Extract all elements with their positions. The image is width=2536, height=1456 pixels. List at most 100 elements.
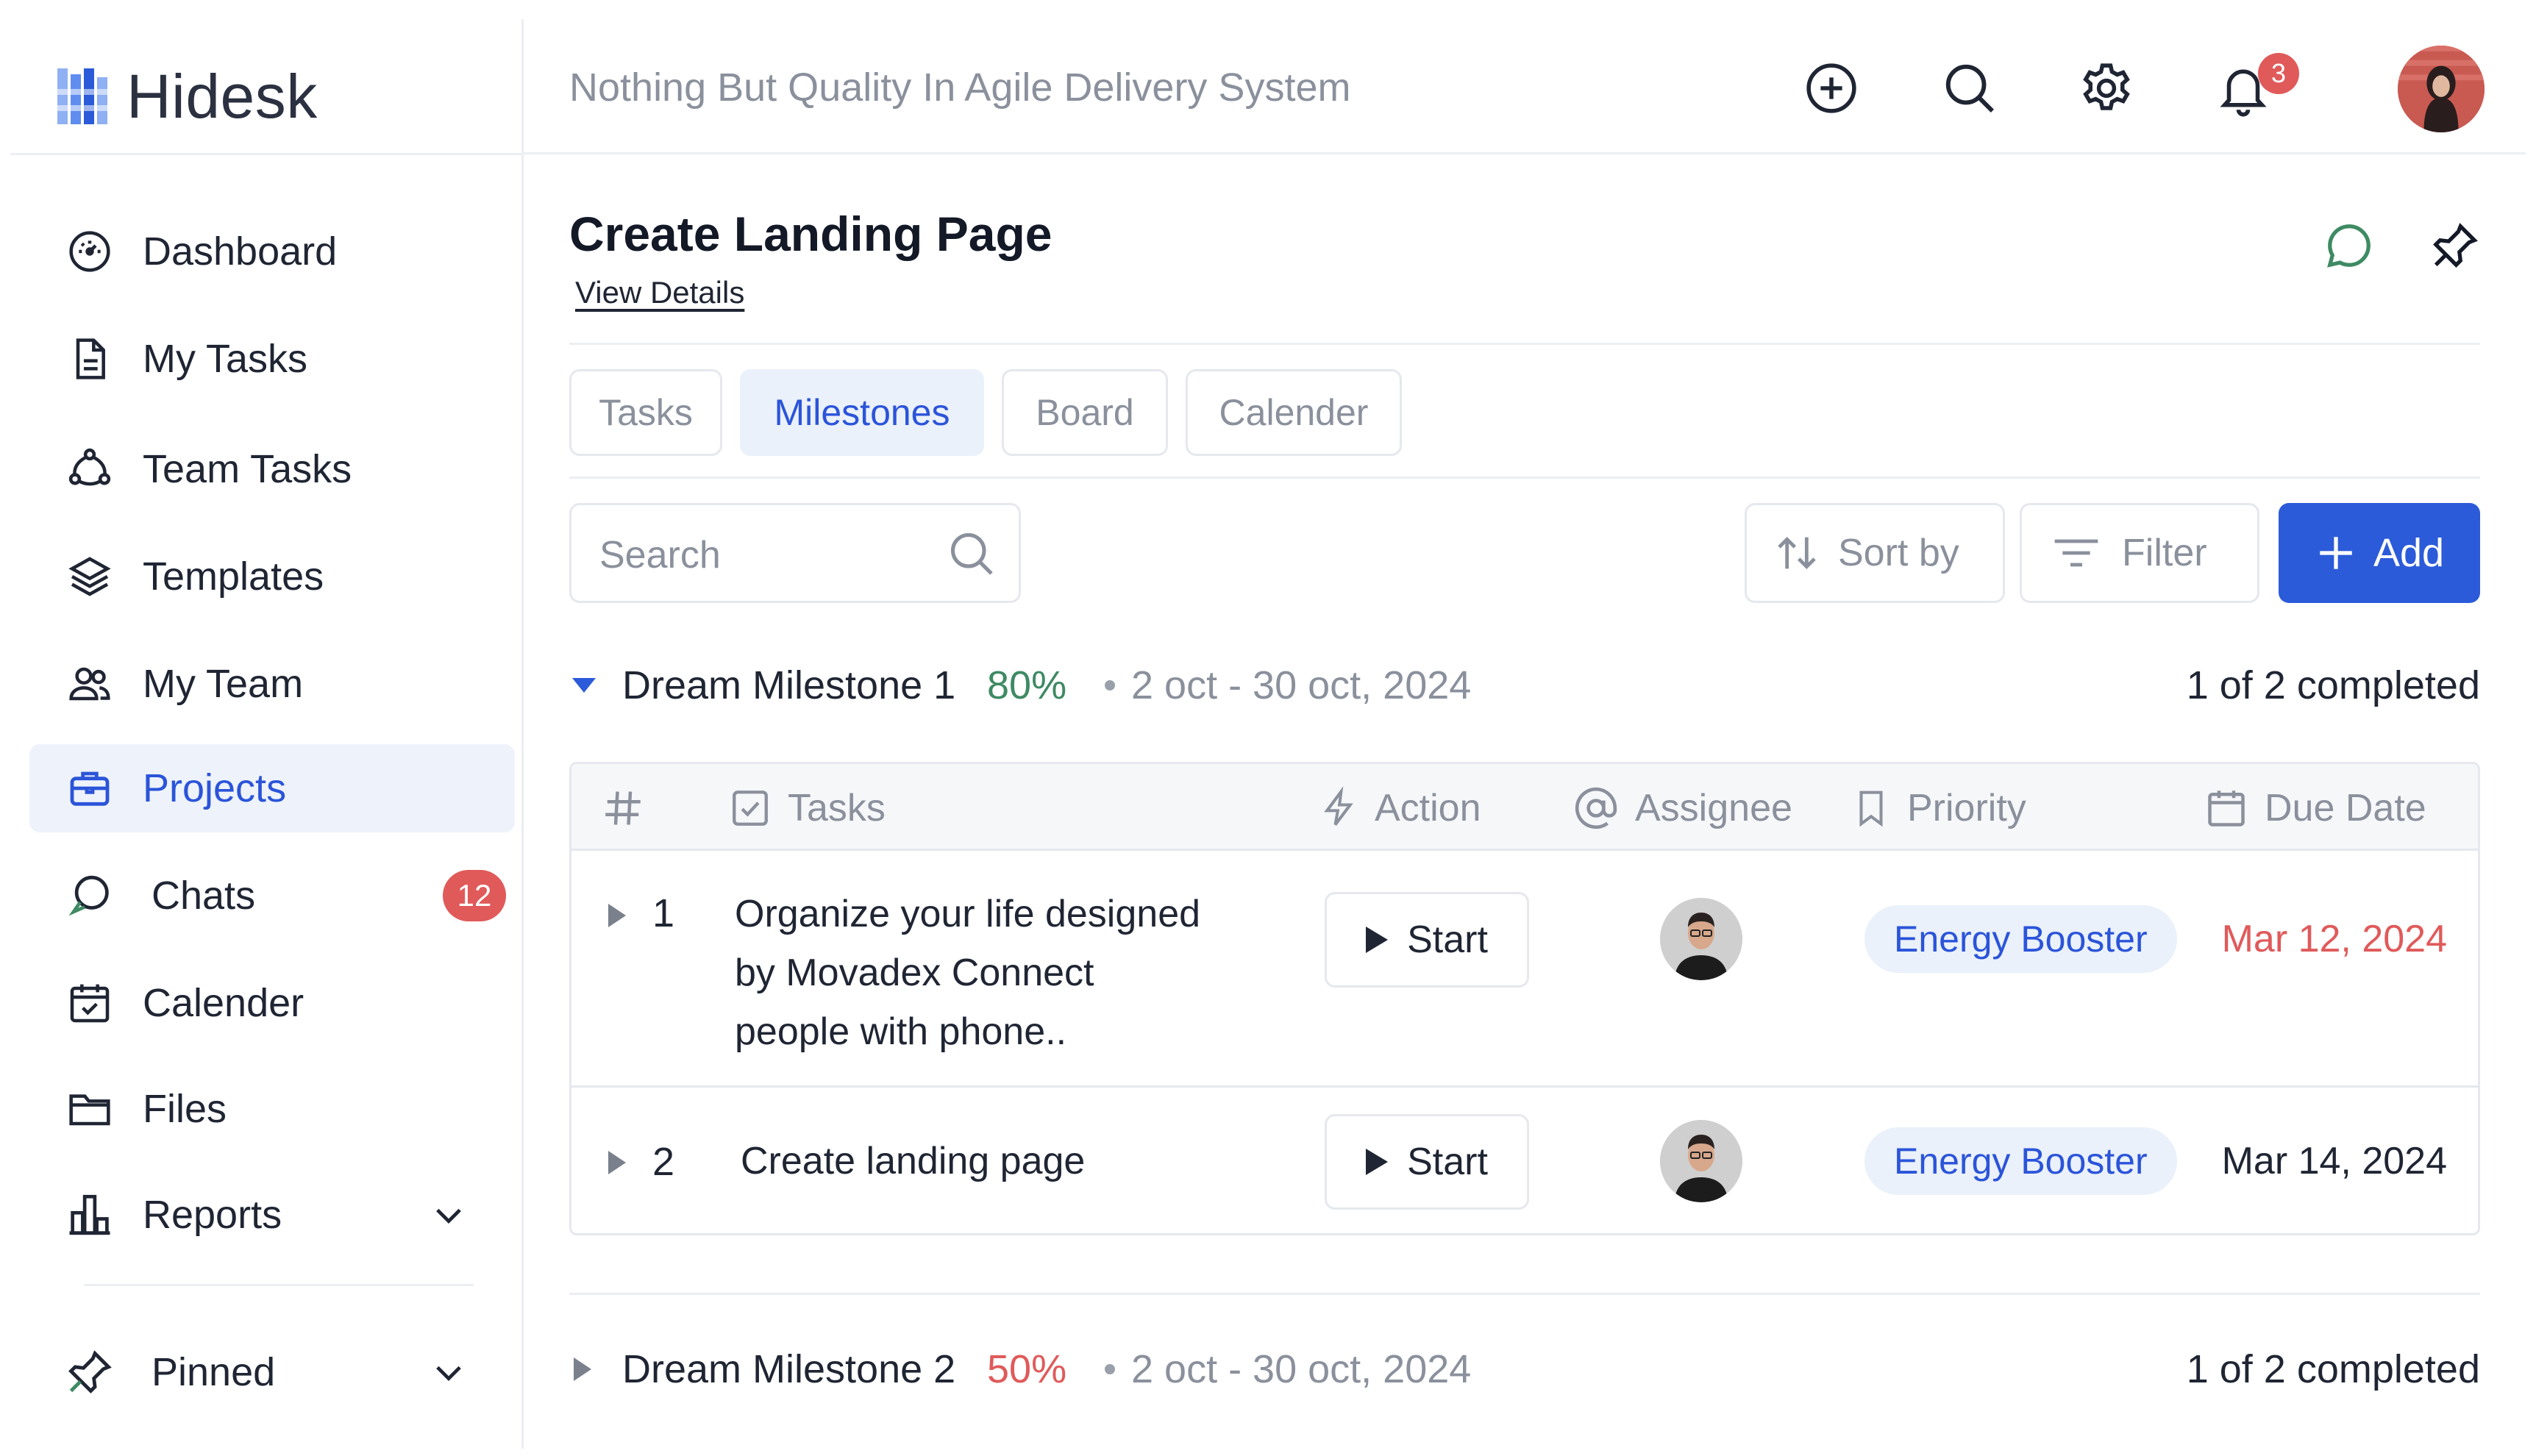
lightning-icon	[1324, 786, 1353, 826]
page-title: Create Landing Page	[569, 207, 1052, 261]
bookmark-icon	[1859, 791, 1883, 827]
team-network-icon	[63, 443, 116, 496]
milestone-percent: 50%	[987, 1347, 1067, 1391]
divider	[10, 153, 524, 155]
search-icon[interactable]	[1939, 57, 2001, 119]
chevron-down-icon[interactable]	[430, 1196, 468, 1234]
assignee-avatar[interactable]	[1660, 898, 1742, 980]
add-button[interactable]: Add	[2279, 503, 2480, 603]
sort-button[interactable]: Sort by	[1745, 503, 2005, 603]
add-label: Add	[2373, 531, 2445, 575]
task-title[interactable]: Organize your life designed by Movadex C…	[735, 885, 1279, 1061]
view-details-link[interactable]: View Details	[575, 275, 744, 310]
sidebar-item-chats[interactable]: Chats 12	[29, 852, 515, 940]
caret-down-icon[interactable]	[569, 671, 599, 700]
action-column-header[interactable]: Action	[1319, 785, 1481, 832]
row-number: 1	[652, 891, 675, 935]
sidebar-item-my-tasks[interactable]: My Tasks	[29, 315, 515, 403]
user-avatar[interactable]	[2398, 46, 2485, 132]
filter-lines-icon	[2054, 539, 2098, 567]
sidebar-item-label: Chats	[152, 874, 256, 918]
hash-icon	[605, 791, 641, 825]
due-date-column-header[interactable]: Due Date	[2204, 785, 2426, 832]
filter-label: Filter	[2122, 532, 2207, 574]
bar-chart-icon	[63, 1188, 116, 1241]
sidebar-item-calender[interactable]: Calender	[29, 959, 515, 1047]
sidebar-item-label: Dashboard	[143, 229, 338, 274]
main-content: Create Landing Page View Details Tasks M…	[524, 154, 2526, 1449]
chat-icon	[63, 869, 116, 922]
sidebar-item-team-tasks[interactable]: Team Tasks	[29, 425, 515, 513]
milestone-dates: 2 oct - 30 oct, 2024	[1131, 1347, 1472, 1391]
sort-label: Sort by	[1838, 532, 1959, 574]
tasks-column-header[interactable]: Tasks	[729, 785, 886, 832]
sidebar-item-templates[interactable]: Templates	[29, 532, 515, 621]
divider	[569, 477, 2480, 479]
sidebar-item-projects[interactable]: Projects	[29, 744, 515, 832]
table-row[interactable]: 2 Create landing page Start Energy Boost…	[571, 1088, 2478, 1233]
assignee-column-header[interactable]: Assignee	[1573, 785, 1792, 832]
divider	[569, 1293, 2480, 1295]
app-tagline: Nothing But Quality In Agile Delivery Sy…	[569, 65, 1351, 110]
start-button[interactable]: Start	[1325, 1114, 1529, 1210]
milestone-header[interactable]: Dream Milestone 1 80% 2 oct - 30 oct, 20…	[569, 656, 2480, 715]
calendar-check-icon	[63, 977, 116, 1029]
table-row[interactable]: 1 Organize your life designed by Movadex…	[571, 851, 2478, 1088]
users-icon	[63, 657, 116, 710]
milestone-percent: 80%	[987, 663, 1067, 707]
search-icon	[950, 532, 993, 575]
tab-board[interactable]: Board	[1002, 369, 1168, 456]
sidebar-item-label: Reports	[143, 1193, 282, 1237]
sidebar-item-label: Projects	[143, 766, 287, 810]
row-number: 2	[652, 1140, 675, 1184]
assignee-avatar[interactable]	[1660, 1120, 1742, 1202]
play-icon	[1366, 927, 1389, 953]
task-title-line: Create landing page	[741, 1140, 1086, 1182]
sidebar-item-files[interactable]: Files	[29, 1065, 515, 1153]
sidebar-item-label: Templates	[143, 554, 324, 599]
caret-right-icon[interactable]	[604, 1146, 630, 1179]
sidebar-item-dashboard[interactable]: Dashboard	[29, 207, 515, 296]
sidebar-item-pinned[interactable]: Pinned	[29, 1328, 515, 1416]
milestone-name: Dream Milestone 1	[622, 663, 956, 707]
sidebar-item-label: Team Tasks	[143, 447, 352, 491]
pin-icon[interactable]	[2426, 216, 2485, 275]
tasks-header-label: Tasks	[788, 787, 886, 829]
checkbox-icon	[733, 791, 768, 826]
due-date: Mar 12, 2024	[2221, 918, 2447, 960]
caret-right-icon[interactable]	[604, 899, 630, 932]
chats-count-badge: 12	[443, 870, 506, 921]
play-icon	[1366, 1149, 1389, 1175]
divider	[569, 343, 2480, 345]
app-logo[interactable]: Hidesk	[57, 56, 318, 137]
due-date: Mar 14, 2024	[2221, 1140, 2447, 1182]
priority-column-header[interactable]: Priority	[1851, 785, 2026, 832]
notification-count-badge: 3	[2258, 53, 2299, 94]
task-title-line: Organize your life designed	[735, 893, 1201, 935]
add-circle-icon[interactable]	[1801, 57, 1862, 119]
milestone-completed: 1 of 2 completed	[2186, 1347, 2480, 1391]
tab-milestones[interactable]: Milestones	[740, 369, 984, 456]
app-window: Hidesk Dashboard My Tasks Team Tasks Tem…	[10, 19, 2526, 1449]
sidebar-item-reports[interactable]: Reports	[29, 1171, 515, 1259]
milestone-completed: 1 of 2 completed	[2186, 663, 2480, 707]
tab-calender[interactable]: Calender	[1186, 369, 1402, 456]
gear-icon[interactable]	[2076, 57, 2137, 119]
filter-button[interactable]: Filter	[2020, 503, 2259, 603]
assignee-header-label: Assignee	[1635, 787, 1792, 829]
folder-icon	[63, 1082, 116, 1135]
task-title[interactable]: Create landing page	[741, 1132, 1285, 1191]
priority-header-label: Priority	[1907, 787, 2026, 829]
caret-right-icon[interactable]	[569, 1353, 596, 1385]
briefcase-icon	[63, 762, 116, 815]
search-placeholder: Search	[599, 534, 721, 577]
start-button[interactable]: Start	[1325, 892, 1529, 988]
milestone-header[interactable]: Dream Milestone 2 50% 2 oct - 30 oct, 20…	[569, 1340, 2480, 1399]
search-input[interactable]: Search	[569, 503, 1021, 603]
chevron-down-icon[interactable]	[430, 1353, 468, 1391]
plus-icon	[2320, 537, 2352, 569]
comment-icon[interactable]	[2320, 216, 2379, 275]
sidebar-item-my-team[interactable]: My Team	[29, 640, 515, 728]
sidebar-item-label: Files	[143, 1087, 227, 1131]
tab-tasks[interactable]: Tasks	[569, 369, 722, 456]
